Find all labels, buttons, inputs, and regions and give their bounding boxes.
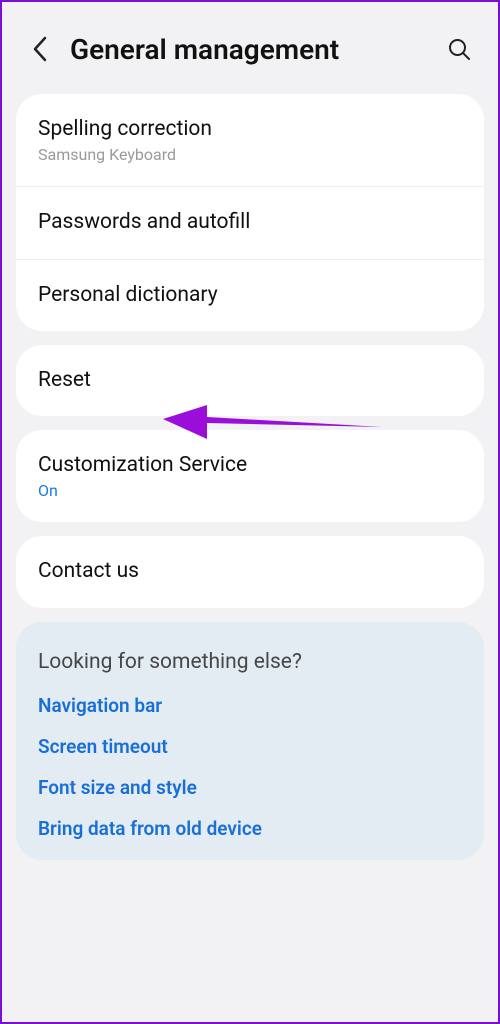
settings-group: Spelling correction Samsung Keyboard Pas… [16, 94, 484, 331]
row-sub: On [38, 481, 462, 500]
row-sub: Samsung Keyboard [38, 145, 462, 164]
header: General management [16, 14, 484, 94]
row-contact-us[interactable]: Contact us [16, 536, 484, 607]
settings-group: Customization Service On [16, 430, 484, 522]
suggestion-link-screen-timeout[interactable]: Screen timeout [38, 735, 462, 758]
row-reset[interactable]: Reset [16, 345, 484, 416]
settings-group: Reset [16, 345, 484, 416]
row-personal-dictionary[interactable]: Personal dictionary [16, 259, 484, 331]
row-spelling-correction[interactable]: Spelling correction Samsung Keyboard [16, 94, 484, 186]
row-label: Personal dictionary [38, 282, 462, 309]
row-passwords-autofill[interactable]: Passwords and autofill [16, 186, 484, 258]
search-button[interactable] [442, 32, 476, 66]
suggestions-card: Looking for something else? Navigation b… [16, 622, 484, 860]
row-label: Contact us [38, 558, 462, 585]
chevron-left-icon [32, 36, 48, 62]
row-customization-service[interactable]: Customization Service On [16, 430, 484, 522]
suggestion-link-navigation-bar[interactable]: Navigation bar [38, 694, 462, 717]
row-label: Reset [38, 367, 462, 394]
suggestion-link-font-size-style[interactable]: Font size and style [38, 776, 462, 799]
suggestions-title: Looking for something else? [38, 650, 462, 674]
row-label: Spelling correction [38, 116, 462, 143]
back-button[interactable] [24, 33, 56, 65]
suggestion-link-bring-data[interactable]: Bring data from old device [38, 817, 462, 840]
page-title: General management [70, 33, 442, 66]
search-icon [447, 37, 471, 61]
row-label: Passwords and autofill [38, 209, 462, 236]
settings-group: Contact us [16, 536, 484, 607]
row-label: Customization Service [38, 452, 462, 479]
